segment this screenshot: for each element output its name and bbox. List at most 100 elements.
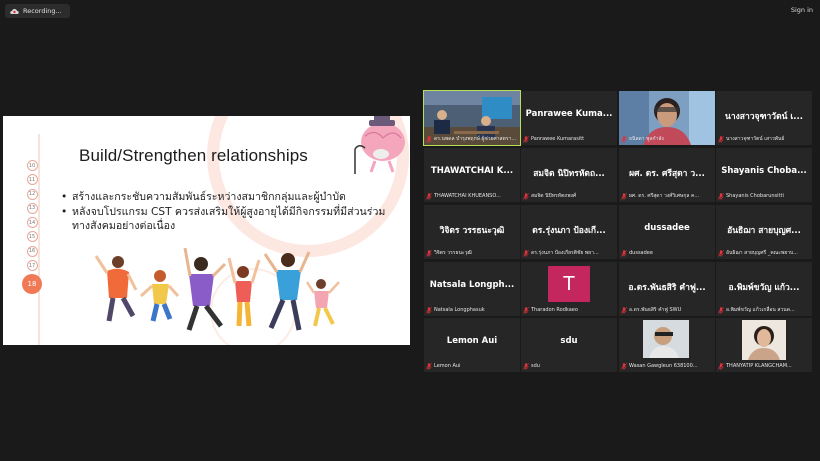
participant-tile[interactable]: อ.ดร.พันธสิริ คำฟู... อ.ดร.พันธสิริ คำฟู … [619,262,715,316]
participant-name-label: อ.ดร.พันธสิริ คำฟู SWU [621,305,713,315]
muted-mic-icon [621,306,627,314]
participant-tile[interactable]: sdu sdu [521,318,617,372]
participant-name-label: ดร.นพดล บำรุงพฤกษ์ ผู้ช่วยศาสตราจารย์ ม.… [426,134,518,144]
sign-in-link[interactable]: Sign in [791,6,813,14]
participant-tile[interactable]: ดร.รุ่งนภา ป้องเกี... ดร.รุ่งนภา ป้องเกีย… [521,205,617,259]
participant-tile[interactable]: สมจิต นิปิทรหัตถ... สมจิต นิปิทรหัตถพงศ์ [521,148,617,202]
participant-name-label: วิจิตร วรรธนะวุฒิ [426,248,518,258]
participant-tile[interactable]: ผศ. ดร. ศรีสุดา ว... ผศ. ดร. ศรีสุดา วงศ์… [619,148,715,202]
bullet-item: สร้างและกระชับความสัมพันธ์ระหว่างสมาชิกก… [61,190,399,205]
participant-tile[interactable]: วิจิตร วรรธนะวุฒิ วิจิตร วรรธนะวุฒิ [424,205,520,259]
participant-name-label: Shayanis Chobarunsitti [718,191,810,201]
participant-name: Lemon Aui [434,363,461,369]
participant-display-name: Natsala Longph... [429,280,515,290]
page-number: 17 [26,260,38,272]
participant-tile[interactable]: Lemon Aui Lemon Aui [424,318,520,372]
participant-name-label: Tharadon Rodkaeo [523,305,615,315]
page-number: 10 [26,160,38,171]
page-number: 11 [26,174,38,186]
participant-display-name: Lemon Aui [446,336,498,346]
participant-name-label: ดร.รุ่งนภา ป้องเกียรติชัย พยา... [523,248,615,258]
muted-mic-icon [523,306,529,314]
participant-name: อ.ดร.พันธสิริ คำฟู SWU [629,307,682,313]
participant-name: อ.พิมพ์ขวัญ แก้วเกลื่อน สวนด... [726,307,795,313]
participant-display-name: อ.พิมพ์ขวัญ แก้ว... [728,283,800,293]
participant-tile[interactable]: Panrawee Kuma... Panrawee Kumarasitt [521,91,617,145]
page-number: 13 [26,202,38,214]
participant-name-label: อ.พิมพ์ขวัญ แก้วเกลื่อน สวนด... [718,305,810,315]
participant-display-name: นางสาวจุฑาวัตน์ เ... [725,112,803,122]
recording-indicator[interactable]: Recording... [5,4,70,18]
participant-name-label: อันธิฌา สายบุญศรี _คณะพยาบ... [718,248,810,258]
meeting-window: Recording... Sign in Build/Strengthen re… [0,0,820,461]
participant-tile-active-speaker[interactable]: ดร.นพดล บำรุงพฤกษ์ ผู้ช่วยศาสตราจารย์ ม.… [423,90,521,146]
muted-mic-icon [718,192,724,200]
participant-name: THAWATCHAI KHUEANSO... [434,193,501,199]
participant-display-name: อ.ดร.พันธสิริ คำฟู... [628,283,706,293]
participant-display-name: THAWATCHAI K... [430,166,514,176]
participant-tile[interactable]: Natsala Longph... Natsala Longphasuk [424,262,520,316]
participant-display-name: อันธิฌา สายบุญศ... [727,226,801,236]
muted-mic-icon [523,362,529,370]
participant-display-name: วิจิตร วรรธนะวุฒิ [439,226,505,236]
participant-name-label: ผศ. ดร. ศรีสุดา วงศ์วิเศษกุล ค... [621,191,713,201]
participant-name: Natsala Longphasuk [434,307,485,313]
participant-name-label: สมจิต นิปิทรหัตถพงศ์ [523,191,615,201]
slide-title: Build/Strengthen relationships [79,146,308,165]
muted-mic-icon [426,135,432,143]
participant-tile[interactable]: ธนิลดา พูลกำลัง [619,91,715,145]
participant-name-label: THAWATCHAI KHUEANSO... [426,191,518,201]
participant-display-name: สมจิต นิปิทรหัตถ... [533,169,605,179]
participant-tile[interactable]: Shayanis Choba... Shayanis Chobarunsitti [716,148,812,202]
muted-mic-icon [718,306,724,314]
cloud-record-icon [10,8,19,14]
participant-name-label: Panrawee Kumarasitt [523,134,615,144]
recording-label: Recording... [23,7,62,15]
participant-tile[interactable]: T Tharadon Rodkaeo [521,262,617,316]
participant-name: สมจิต นิปิทรหัตถพงศ์ [531,193,577,199]
muted-mic-icon [621,192,627,200]
participant-name: dussadee [629,250,653,256]
bullet-item: หลังจบโปรแกรม CST ควรส่งเสริมให้ผู้สูงอา… [61,205,399,234]
muted-mic-icon [523,249,529,257]
muted-mic-icon [718,135,724,143]
participant-tile[interactable]: dussadee dussadee [619,205,715,259]
participant-name: ดร.นพดล บำรุงพฤกษ์ ผู้ช่วยศาสตราจารย์ ม.… [434,136,518,142]
participant-name: นางสาวจุฑาวัตน์ เสาวพันธ์ [726,136,785,142]
shared-screen: Build/Strengthen relationships สร้างและก… [3,116,410,345]
participant-display-name: Shayanis Choba... [721,166,807,176]
participant-tile[interactable]: THAWATCHAI K... THAWATCHAI KHUEANSO... [424,148,520,202]
participant-name-label: นางสาวจุฑาวัตน์ เสาวพันธ์ [718,134,810,144]
participant-name: ธนิลดา พูลกำลัง [629,136,664,142]
participant-tile[interactable]: อันธิฌา สายบุญศ... อันธิฌา สายบุญศรี _คณะ… [716,205,812,259]
participant-name: THANYATIP KLANGCHAM... [726,363,792,369]
muted-mic-icon [621,249,627,257]
participant-name-label: sdu [523,361,615,371]
muted-mic-icon [523,135,529,143]
participant-name: Wasan Gawgleun 638100... [629,363,698,369]
muted-mic-icon [426,192,432,200]
participant-display-name: ดร.รุ่งนภา ป้องเกี... [532,226,606,236]
participant-name: วิจิตร วรรธนะวุฒิ [434,250,472,256]
participant-tile[interactable]: THANYATIP KLANGCHAM... [716,318,812,372]
participant-tile[interactable]: Wasan Gawgleun 638100... [619,318,715,372]
page-number: 14 [26,217,38,229]
muted-mic-icon [621,362,627,370]
page-number: 15 [26,231,38,243]
participant-name: ผศ. ดร. ศรีสุดา วงศ์วิเศษกุล ค... [629,193,700,199]
page-number: 12 [26,188,38,200]
participant-name-label: Wasan Gawgleun 638100... [621,361,713,371]
participant-tile[interactable]: นางสาวจุฑาวัตน์ เ... นางสาวจุฑาวัตน์ เสาว… [716,91,812,145]
participant-display-name: Panrawee Kuma... [525,109,613,119]
participant-name-label: dussadee [621,248,713,258]
participant-name: ดร.รุ่งนภา ป้องเกียรติชัย พยา... [531,250,599,256]
muted-mic-icon [718,249,724,257]
participant-name: sdu [531,363,540,369]
current-page-number: 18 [22,274,42,295]
participant-tile[interactable]: อ.พิมพ์ขวัญ แก้ว... อ.พิมพ์ขวัญ แก้วเกลื่… [716,262,812,316]
participant-name: อันธิฌา สายบุญศรี _คณะพยาบ... [726,250,798,256]
participant-display-name: ผศ. ดร. ศรีสุดา ว... [629,169,705,179]
muted-mic-icon [621,135,627,143]
muted-mic-icon [426,362,432,370]
muted-mic-icon [523,192,529,200]
